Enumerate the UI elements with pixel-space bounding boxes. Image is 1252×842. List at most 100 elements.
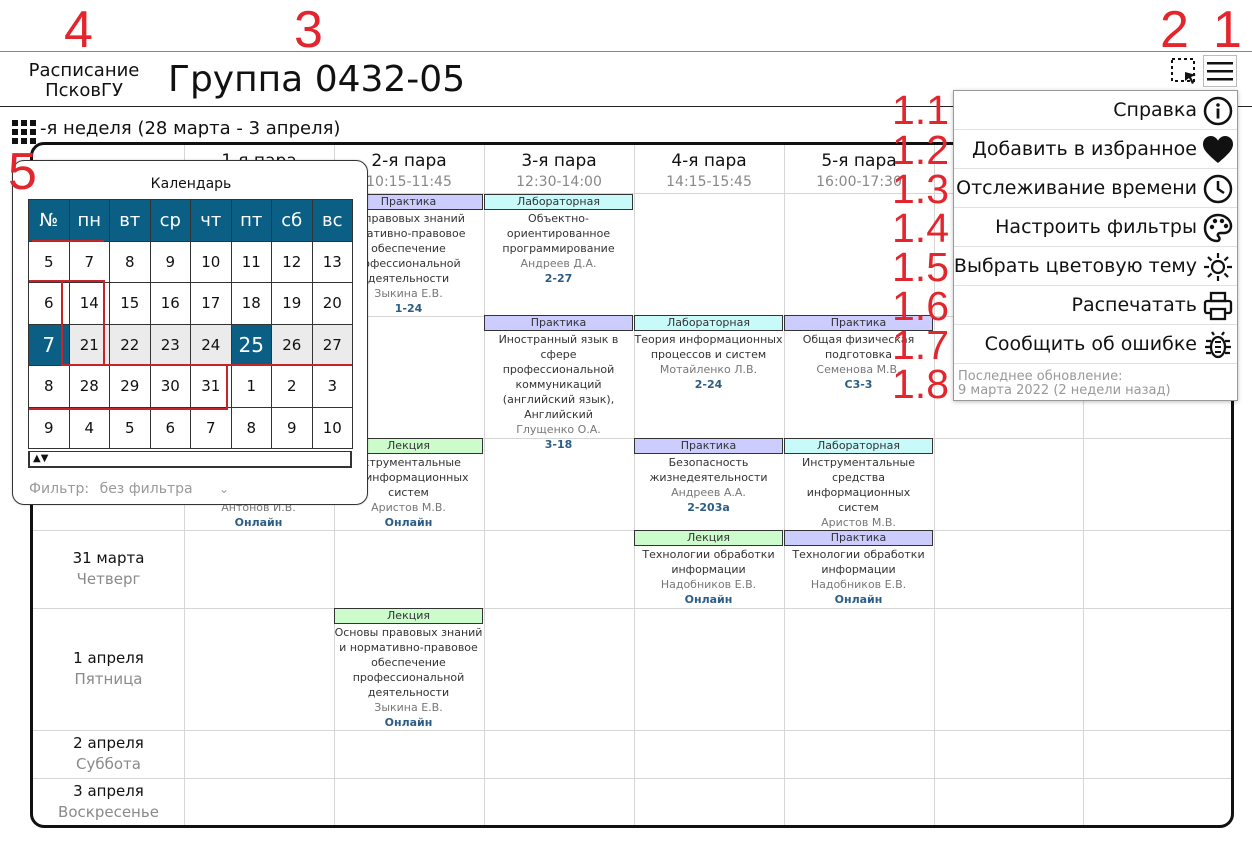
lesson-card[interactable]: Практика Технологии обработки информации На… bbox=[784, 530, 933, 607]
menu-item-print[interactable]: Распечатать bbox=[954, 286, 1237, 325]
day-label: 3 апреля Воскресенье bbox=[33, 781, 184, 823]
lesson-room: 2-27 bbox=[544, 272, 573, 285]
calendar-day-cell[interactable]: 10 bbox=[190, 240, 232, 283]
menu-button[interactable] bbox=[1203, 55, 1237, 87]
calendar-week-number[interactable]: 9 bbox=[28, 406, 70, 449]
calendar-day-cell[interactable]: 5 bbox=[109, 406, 151, 449]
calendar-day-cell[interactable]: 13 bbox=[311, 240, 353, 283]
calendar-header-cell: пн bbox=[68, 199, 110, 242]
lesson-type-badge: Лекция bbox=[334, 608, 483, 624]
calendar-day-cell[interactable]: 17 bbox=[190, 282, 232, 325]
calendar-day-cell[interactable]: 8 bbox=[230, 406, 272, 449]
calendar-day-cell[interactable]: 24 bbox=[190, 323, 232, 366]
calendar-day-cell[interactable]: 27 bbox=[311, 323, 353, 366]
filter-select[interactable]: Фильтр: без фильтра ⌄ bbox=[29, 481, 229, 497]
lesson-title: Технологии обработки bbox=[792, 548, 925, 561]
calendar-day-cell[interactable]: 18 bbox=[230, 282, 272, 325]
palette-icon bbox=[1203, 213, 1233, 243]
calendar-footer[interactable]: ▲▼ bbox=[28, 451, 352, 468]
lesson-card[interactable]: Практика Безопасность жизнедеятельности Анд… bbox=[634, 438, 783, 515]
page-title: Группа 0432-05 bbox=[168, 59, 466, 100]
lesson-room: 3-18 bbox=[544, 438, 573, 451]
calendar-day-cell[interactable]: 9 bbox=[149, 240, 191, 283]
calendar-title: Календарь bbox=[150, 176, 232, 192]
lesson-card[interactable]: Лабораторная Инструментальные средства инф… bbox=[784, 438, 933, 545]
calendar-day-cell[interactable]: 22 bbox=[109, 323, 151, 366]
select-area-icon bbox=[1171, 58, 1196, 84]
grid-icon[interactable] bbox=[12, 120, 36, 144]
lesson-card[interactable]: Практика Иностранный язык в сфере професси… bbox=[484, 315, 633, 452]
lesson-title: Объектно- bbox=[528, 212, 589, 225]
calendar-day-cell[interactable]: 23 bbox=[149, 323, 191, 366]
calendar-day-cell[interactable]: 6 bbox=[149, 406, 191, 449]
calendar-popup: Календарь № пн вт ср чт пт сб вс 5 7 8 9 10 11 12 13 6 14… bbox=[12, 160, 368, 505]
calendar-day-cell[interactable]: 12 bbox=[271, 240, 313, 283]
calendar-day-cell[interactable]: 29 bbox=[109, 365, 151, 408]
calendar-day-cell[interactable]: 10 bbox=[311, 406, 353, 449]
calendar-day-cell[interactable]: 19 bbox=[271, 282, 313, 325]
calendar-day-cell[interactable]: 7 bbox=[68, 240, 110, 283]
calendar-day-cell[interactable]: 7 bbox=[190, 406, 232, 449]
lesson-card[interactable]: Лабораторная Теория информационных процесс… bbox=[634, 315, 783, 392]
menu-item-favorite[interactable]: Добавить в избранное bbox=[954, 130, 1237, 169]
lesson-title: Безопасность bbox=[668, 456, 749, 469]
calendar-day-cell[interactable]: 9 bbox=[271, 406, 313, 449]
calendar-day-cell[interactable]: 15 bbox=[109, 282, 151, 325]
lesson-title: деятельности bbox=[367, 686, 450, 699]
last-updated-label: Последнее обновление: bbox=[958, 369, 1123, 384]
calendar-day-cell[interactable]: 14 bbox=[68, 282, 110, 325]
lesson-card[interactable]: Лекция Основы правовых знаний и нормативно… bbox=[334, 608, 483, 730]
pair-header: 4-я пара 14:15-15:45 bbox=[634, 149, 784, 191]
lesson-title: программирование bbox=[502, 242, 615, 255]
week-arrows[interactable]: ▲▼ bbox=[33, 451, 48, 467]
lesson-teacher: Андреев А.А. bbox=[671, 486, 746, 499]
lesson-title: профессиональной bbox=[352, 671, 465, 684]
calendar-day-cell[interactable]: 20 bbox=[311, 282, 353, 325]
brand-logo[interactable]: Расписание ПсковГУ bbox=[20, 61, 148, 101]
lesson-room: Онлайн bbox=[684, 593, 733, 606]
lesson-title: (английский язык), bbox=[502, 393, 615, 406]
menu-item-theme[interactable]: Выбрать цветовую тему bbox=[954, 247, 1237, 286]
calendar-day-cell[interactable]: 25 bbox=[230, 323, 272, 366]
calendar-grid: № пн вт ср чт пт сб вс 5 7 8 9 10 11 12 13 6 14 15 16 17 18 19… bbox=[28, 199, 353, 449]
calendar-day-cell[interactable]: 11 bbox=[230, 240, 272, 283]
calendar-week-number[interactable]: 8 bbox=[28, 365, 70, 408]
lesson-card[interactable]: Лекция Технологии обработки информации Надо… bbox=[634, 530, 783, 607]
menu-item-time-tracking[interactable]: Отслеживание времени bbox=[954, 169, 1237, 208]
lesson-title: систем bbox=[838, 501, 879, 514]
lesson-teacher: Надобников Е.В. bbox=[810, 578, 907, 591]
lesson-title: Основы правовых знаний bbox=[334, 626, 483, 639]
annotation-number: 1.1 bbox=[892, 87, 949, 133]
brand-line: Расписание bbox=[28, 60, 140, 81]
menu-item-label: Сообщить об ошибке bbox=[984, 333, 1197, 355]
calendar-day-cell[interactable]: 1 bbox=[230, 365, 272, 408]
lesson-card[interactable]: Лабораторная Объектно-ориентированное прог… bbox=[484, 194, 633, 286]
calendar-day-cell[interactable]: 3 bbox=[311, 365, 353, 408]
calendar-day-cell[interactable]: 28 bbox=[68, 365, 110, 408]
day-date: 3 апреля bbox=[73, 782, 144, 800]
menu-item-filters[interactable]: Настроить фильтры bbox=[954, 208, 1237, 247]
calendar-day-cell[interactable]: 31 bbox=[190, 365, 232, 408]
calendar-day-cell[interactable]: 2 bbox=[271, 365, 313, 408]
select-area-button[interactable] bbox=[1169, 56, 1199, 86]
calendar-day-cell[interactable]: 21 bbox=[68, 323, 110, 366]
annotation-number: 1.7 bbox=[892, 322, 949, 368]
heart-icon bbox=[1203, 136, 1233, 163]
filter-label: Фильтр: bbox=[29, 481, 90, 497]
menu-item-help[interactable]: Справка bbox=[954, 91, 1237, 130]
calendar-day-cell[interactable]: 8 bbox=[109, 240, 151, 283]
lesson-type-badge: Практика bbox=[484, 315, 633, 331]
menu-item-report-bug[interactable]: Сообщить об ошибке bbox=[954, 325, 1237, 364]
calendar-day-cell[interactable]: 4 bbox=[68, 406, 110, 449]
calendar-week-number[interactable]: 5 bbox=[28, 240, 70, 283]
week-label: -я неделя (28 марта - 3 апреля) bbox=[40, 118, 341, 139]
calendar-day-cell[interactable]: 26 bbox=[271, 323, 313, 366]
calendar-day-cell[interactable]: 16 bbox=[149, 282, 191, 325]
lesson-title: профессиональной bbox=[502, 363, 615, 376]
calendar-week-number[interactable]: 6 bbox=[28, 282, 70, 325]
calendar-day-cell[interactable]: 30 bbox=[149, 365, 191, 408]
day-date: 2 апреля bbox=[73, 734, 144, 752]
calendar-week-number[interactable]: 7 bbox=[28, 323, 70, 366]
clock-icon bbox=[1203, 174, 1233, 204]
lesson-title: коммуникаций bbox=[515, 378, 602, 391]
